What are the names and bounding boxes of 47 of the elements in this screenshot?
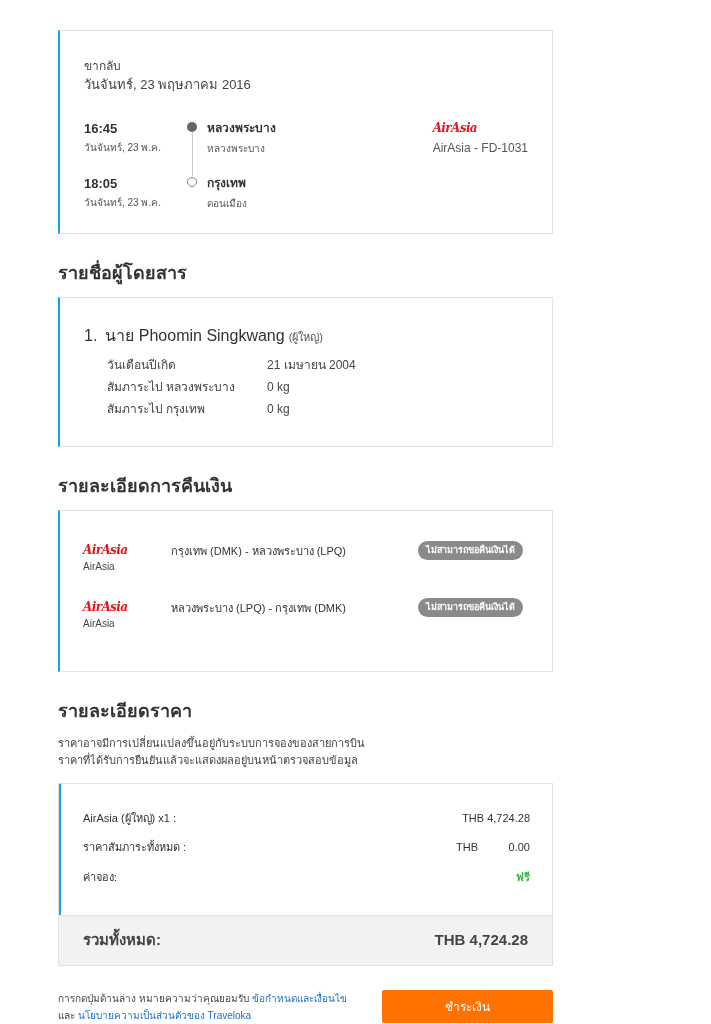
detail-label: วันเดือนปีเกิด: [107, 356, 177, 374]
passenger-number: 1.: [84, 325, 98, 346]
stop-city: กรุงเทพ: [207, 174, 247, 192]
detail-value: 0 kg: [267, 400, 290, 418]
price-label: AirAsia (ผู้ใหญ่) x1 :: [83, 810, 176, 826]
price-label: ค่าจอง:: [83, 869, 118, 885]
refund-status-badge: ไม่สามารถขอคืนเงินได้: [418, 540, 523, 560]
refund-route: หลวงพระบาง (LPQ) - กรุงเทพ (DMK): [171, 600, 346, 616]
detail-label: สัมภาระไป หลวงพระบาง: [107, 378, 237, 396]
stop-city: หลวงพระบาง: [207, 119, 276, 137]
total-label: รวมทั้งหมด:: [83, 929, 161, 952]
currency: THB: [456, 840, 478, 855]
airline-name: AirAsia: [83, 559, 116, 574]
airline-logo: AirAsia: [432, 119, 478, 137]
stop-date: วันจันทร์, 23 พ.ค.: [84, 141, 162, 155]
airline-logo: AirAsia: [83, 541, 129, 559]
terms-text: การกดปุ่มด้านล่าง หมายความว่าคุณยอมรับ ข้อกำหนดและเงื่อนไข และ นโยบายความเป็นส่วนตัวของ Traveloka: [58, 990, 348, 1023]
stop-time: 16:45: [84, 119, 119, 138]
stop-time: 18:05: [84, 174, 119, 193]
airline-name: AirAsia: [83, 616, 116, 631]
flight-number: AirAsia - FD-1031: [432, 139, 528, 157]
section-heading: รายชื่อผู้โดยสาร: [58, 259, 188, 287]
airline-logo: AirAsia: [83, 598, 129, 616]
detail-label: สัมภาระไป กรุงเทพ: [107, 400, 207, 418]
price-value: THB 4,724.28: [462, 810, 530, 826]
stop-airport: ดอนเมือง: [207, 196, 247, 211]
section-heading: รายละเอียดการคืนเงิน: [58, 474, 233, 498]
price-value: 0.00: [507, 840, 530, 855]
pay-button[interactable]: ชำระเงิน: [382, 990, 553, 1023]
section-heading: รายละเอียดราคา: [58, 699, 193, 723]
terms-link[interactable]: ข้อกำหนดและเงื่อนไข: [251, 993, 347, 1004]
stop-date: วันจันทร์, 23 พ.ค.: [84, 196, 162, 210]
passenger-name: นาย Phoomin Singkwang: [105, 325, 285, 346]
price-label: ราคาสัมภาระทั้งหมด :: [83, 839, 187, 855]
trip-direction: ขากลับ: [84, 58, 122, 75]
free-value: ฟรี: [516, 869, 530, 885]
privacy-link[interactable]: นโยบายความเป็นส่วนตัวของ Traveloka: [77, 1010, 252, 1021]
detail-value: 21 เมษายน 2004: [267, 356, 356, 374]
passenger-type: (ผู้ใหญ่): [288, 329, 323, 345]
refund-route: กรุงเทพ (DMK) - หลวงพระบาง (LPQ): [171, 543, 346, 559]
price-note: ราคาอาจมีการเปลี่ยนแปลงขึ้นอยู่กับระบบการจองของสายการบิน: [58, 734, 366, 752]
price-note: ราคาที่ได้รับการยืนยันแล้วจะแสดงผลอยู่บนหน้าตรวจสอบข้อมูล: [58, 751, 359, 769]
total-value: THB 4,724.28: [434, 930, 528, 951]
trip-date: วันจันทร์, 23 พฤษภาคม 2016: [84, 76, 252, 94]
stop-airport: หลวงพระบาง: [207, 141, 266, 156]
refund-status-badge: ไม่สามารถขอคืนเงินได้: [418, 597, 523, 617]
detail-value: 0 kg: [267, 378, 290, 396]
